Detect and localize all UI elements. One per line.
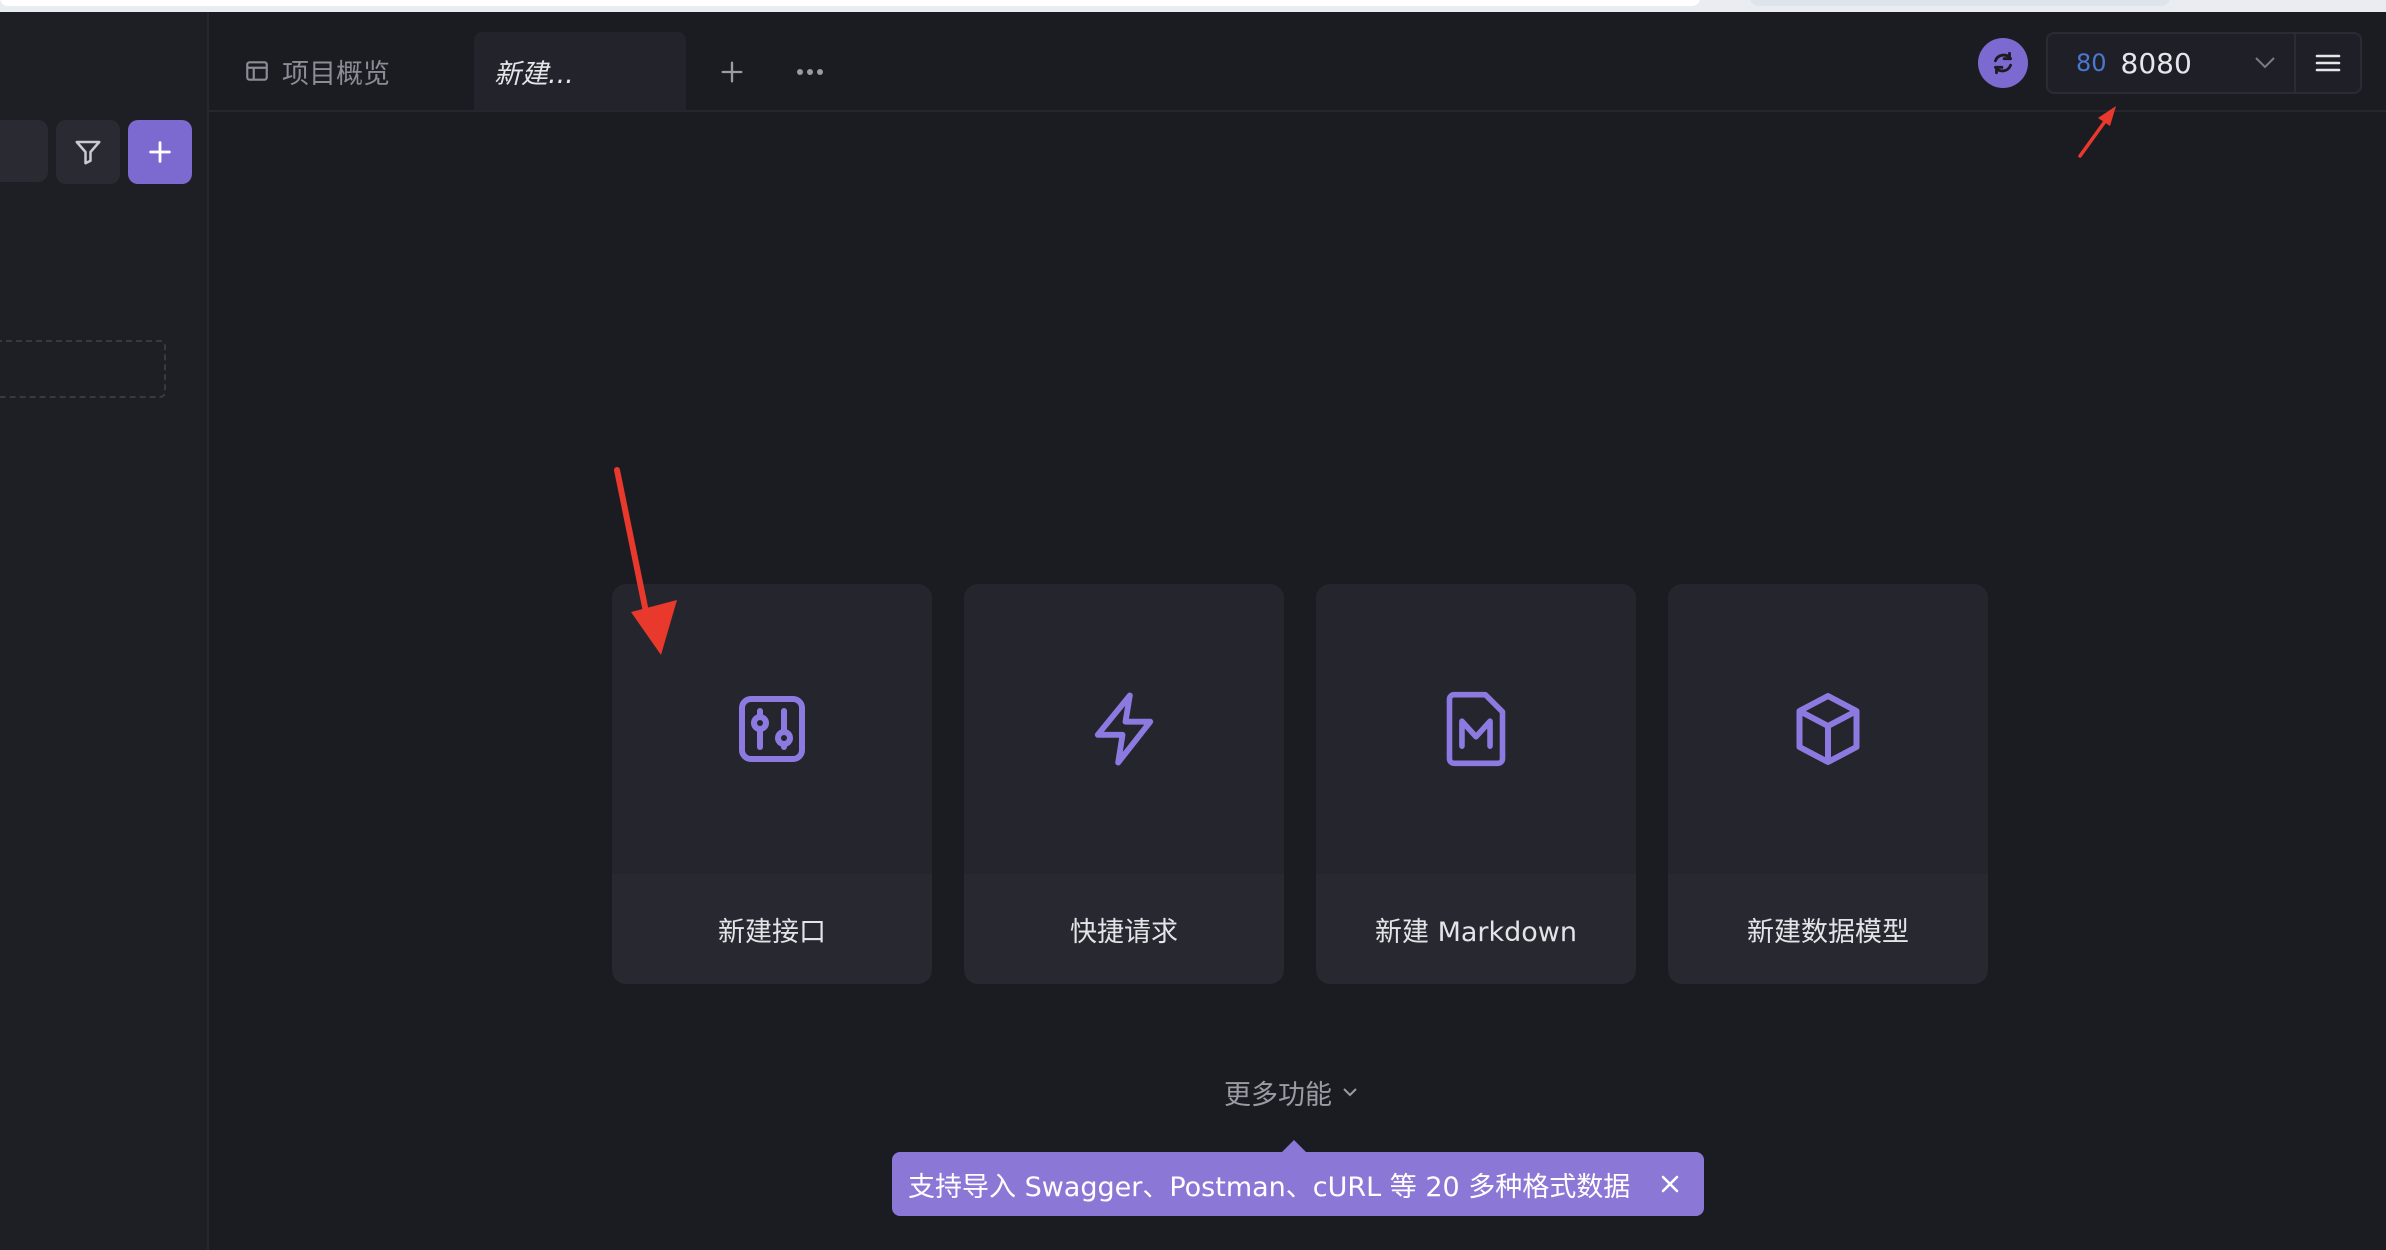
annotation-arrows [614,106,2116,655]
annotation-arrow-card [614,467,677,655]
annotation-arrow-env [2078,106,2116,158]
